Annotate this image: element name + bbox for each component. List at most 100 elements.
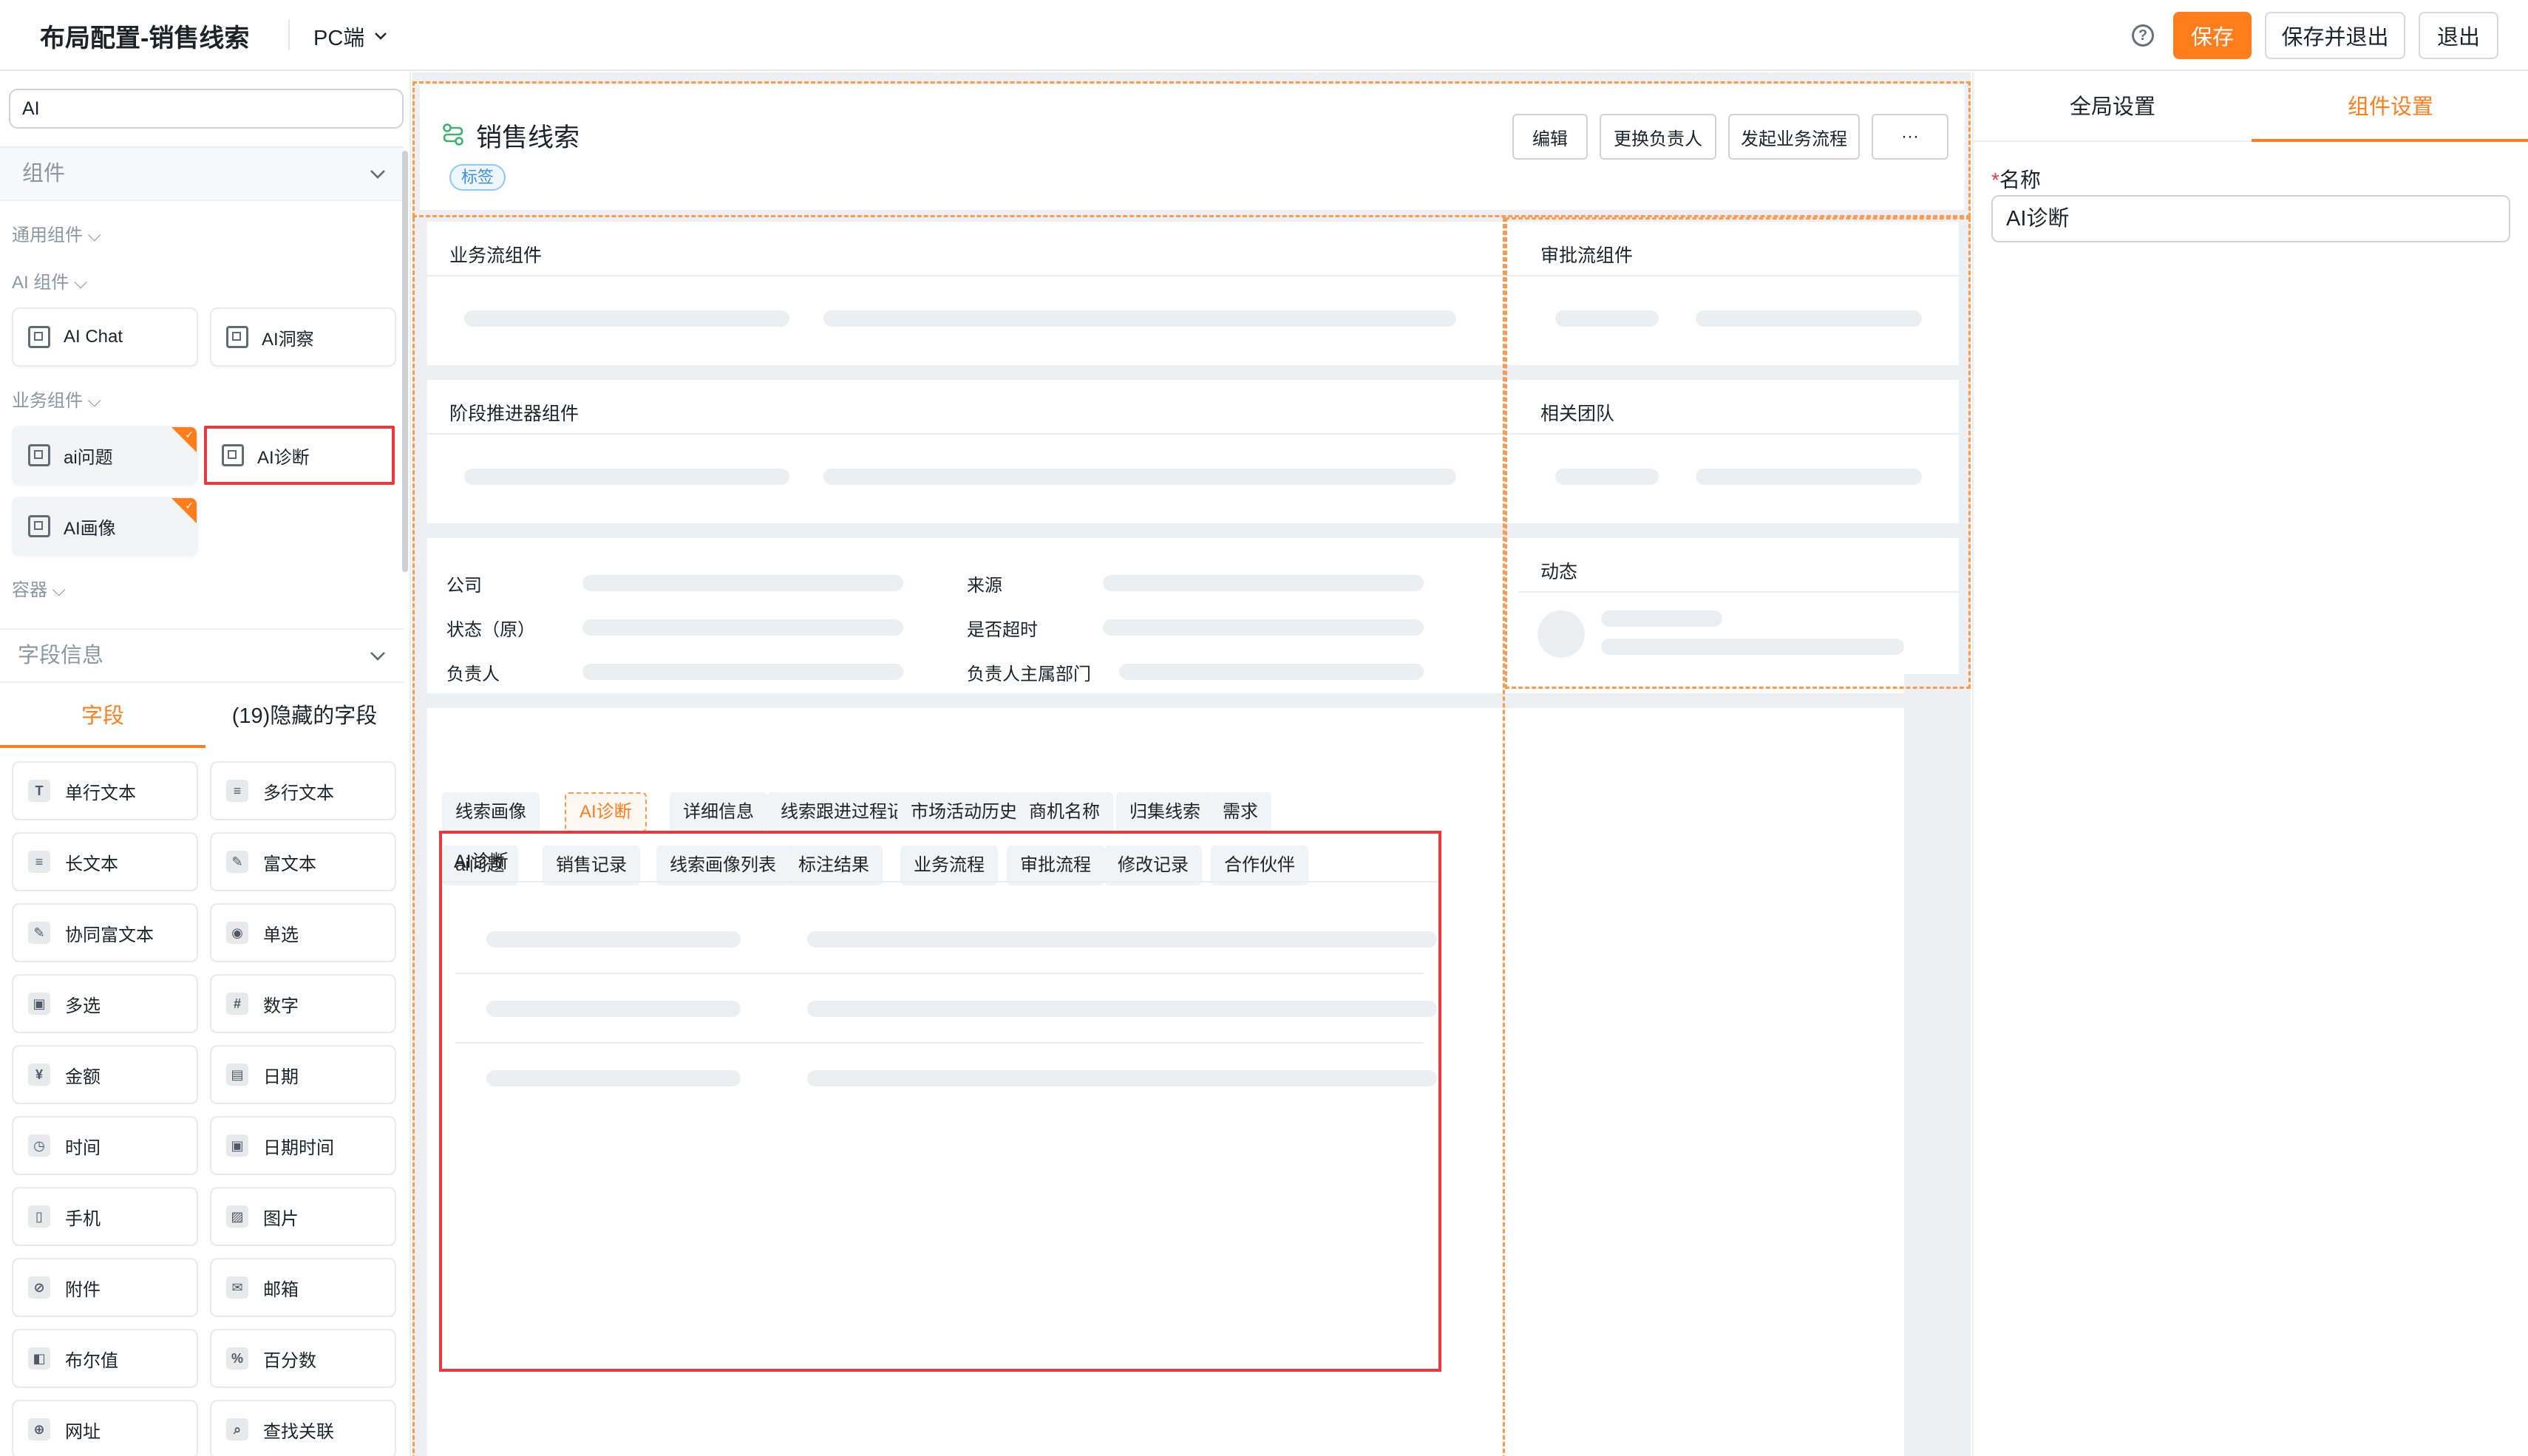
component-icon	[28, 444, 50, 466]
component-label: AI诊断	[257, 447, 310, 468]
field-type-icon: ▨	[226, 1205, 248, 1228]
tab-component-settings[interactable]: 组件设置	[2252, 72, 2528, 142]
field-item[interactable]: ▣ 日期时间	[210, 1116, 396, 1175]
field-item[interactable]: # 数字	[210, 974, 396, 1033]
field-label: 金额	[65, 1067, 101, 1087]
field-type-icon: ⊕	[28, 1418, 50, 1440]
field-item[interactable]: ✎ 协同富文本	[12, 903, 198, 962]
field-type-icon: ◉	[226, 922, 248, 944]
field-type-icon: ⊘	[28, 1276, 50, 1299]
component-icon	[222, 444, 244, 466]
group-container[interactable]: 容器 ⌵	[12, 575, 66, 601]
field-label: 布尔值	[65, 1350, 118, 1371]
field-label: 日期	[263, 1067, 299, 1087]
field-label: 网址	[65, 1421, 101, 1442]
field-item[interactable]: ≡ 长文本	[12, 832, 198, 891]
field-label: 协同富文本	[65, 925, 154, 945]
field-item[interactable]: ◉ 单选	[210, 903, 396, 962]
component-ai-insight[interactable]: AI洞察	[210, 307, 396, 367]
field-label: 多行文本	[263, 783, 334, 803]
fields-section-header[interactable]: 字段信息	[0, 628, 404, 683]
group-business[interactable]: 业务组件 ⌵	[12, 386, 101, 412]
field-item[interactable]: ¥ 金额	[12, 1045, 198, 1104]
component-icon	[28, 326, 50, 348]
header-dropzone	[412, 81, 1971, 217]
component-panel: AI 组件 通用组件 ⌵ AI 组件 ⌵ AI Chat AI洞察 业务组件 ⌵…	[0, 72, 411, 1456]
field-type-icon: ◷	[28, 1134, 50, 1157]
main-column-dropzone	[412, 217, 1505, 1456]
field-item[interactable]: ⌕ 查找关联	[210, 1400, 396, 1456]
component-ai-chat[interactable]: AI Chat	[12, 307, 198, 367]
field-item[interactable]: ▣ 多选	[12, 974, 198, 1033]
field-label: 时间	[65, 1137, 101, 1158]
component-ai-portrait[interactable]: AI画像 ✓	[12, 497, 198, 556]
scrollbar[interactable]	[402, 151, 408, 572]
field-label: 数字	[263, 996, 299, 1016]
field-item[interactable]: % 百分数	[210, 1329, 396, 1388]
top-header: 布局配置-销售线索 PC端 ? 保存 保存并退出 退出	[0, 0, 2528, 71]
field-type-icon: ✎	[226, 851, 248, 873]
field-item[interactable]: ≡ 多行文本	[210, 761, 396, 820]
name-field-label: *名称	[1991, 164, 2041, 194]
search-input[interactable]: AI	[9, 89, 404, 129]
field-type-icon: ≡	[28, 851, 50, 873]
exit-button[interactable]: 退出	[2419, 12, 2498, 59]
save-button[interactable]: 保存	[2173, 12, 2252, 59]
field-type-icon: ✎	[28, 922, 50, 944]
component-ai-question[interactable]: ai问题 ✓	[12, 426, 198, 485]
field-label: 单选	[263, 925, 299, 945]
field-item[interactable]: ▯ 手机	[12, 1187, 198, 1246]
field-type-icon: ▤	[226, 1064, 248, 1086]
field-type-icon: ▣	[226, 1134, 248, 1157]
check-icon: ✓	[185, 500, 194, 511]
field-type-icon: ▯	[28, 1205, 50, 1228]
field-label: 长文本	[65, 854, 118, 874]
field-item[interactable]: T 单行文本	[12, 761, 198, 820]
components-section-header[interactable]: 组件	[0, 146, 404, 201]
field-type-icon: ≡	[226, 780, 248, 802]
component-ai-diagnosis[interactable]: AI诊断	[204, 426, 395, 485]
component-label: AI洞察	[262, 329, 314, 350]
group-general[interactable]: 通用组件 ⌵	[12, 220, 101, 246]
field-label: 单行文本	[65, 783, 136, 803]
settings-panel: 全局设置 组件设置 *名称 AI诊断	[1972, 72, 2528, 1456]
component-icon	[226, 326, 248, 348]
component-label: ai问题	[64, 447, 113, 468]
tab-hidden-fields[interactable]: (19)隐藏的字段	[205, 684, 404, 748]
field-item[interactable]: ✉ 邮箱	[210, 1258, 396, 1317]
fields-section-label: 字段信息	[18, 644, 104, 667]
field-item[interactable]: ✎ 富文本	[210, 832, 396, 891]
chevron-down-icon	[375, 33, 387, 40]
field-type-icon: ⌕	[226, 1418, 248, 1440]
component-icon	[28, 515, 50, 537]
tab-fields[interactable]: 字段	[0, 684, 205, 748]
group-ai[interactable]: AI 组件 ⌵	[12, 268, 87, 293]
platform-select[interactable]: PC端	[313, 21, 388, 52]
field-type-icon: ▣	[28, 993, 50, 1015]
field-item[interactable]: ▤ 日期	[210, 1045, 396, 1104]
name-input[interactable]: AI诊断	[1991, 195, 2510, 242]
layout-canvas: 销售线索 标签 编辑 更换负责人 发起业务流程 ··· 业务流组件 阶段推进器组…	[412, 72, 1971, 1456]
field-item[interactable]: ⊘ 附件	[12, 1258, 198, 1317]
components-section-label: 组件	[22, 162, 66, 186]
field-type-icon: %	[226, 1347, 248, 1370]
field-type-icon: T	[28, 780, 50, 802]
field-item[interactable]: ⊕ 网址	[12, 1400, 198, 1456]
field-label: 富文本	[263, 854, 316, 874]
field-item[interactable]: ▨ 图片	[210, 1187, 396, 1246]
component-label: AI Chat	[64, 327, 123, 347]
chevron-down-icon	[370, 170, 385, 179]
field-label: 附件	[65, 1279, 101, 1300]
name-label-text: 名称	[1999, 169, 2041, 191]
field-label: 图片	[263, 1208, 299, 1229]
field-item[interactable]: ◧ 布尔值	[12, 1329, 198, 1388]
help-icon[interactable]: ?	[2132, 24, 2154, 47]
tab-global-settings[interactable]: 全局设置	[1974, 72, 2252, 142]
save-and-exit-button[interactable]: 保存并退出	[2265, 12, 2405, 59]
field-type-icon: ◧	[28, 1347, 50, 1370]
field-label: 百分数	[263, 1350, 316, 1371]
field-type-icon: ¥	[28, 1064, 50, 1086]
field-item[interactable]: ◷ 时间	[12, 1116, 198, 1175]
page-title: 布局配置-销售线索	[40, 24, 250, 52]
field-label: 日期时间	[263, 1137, 334, 1158]
